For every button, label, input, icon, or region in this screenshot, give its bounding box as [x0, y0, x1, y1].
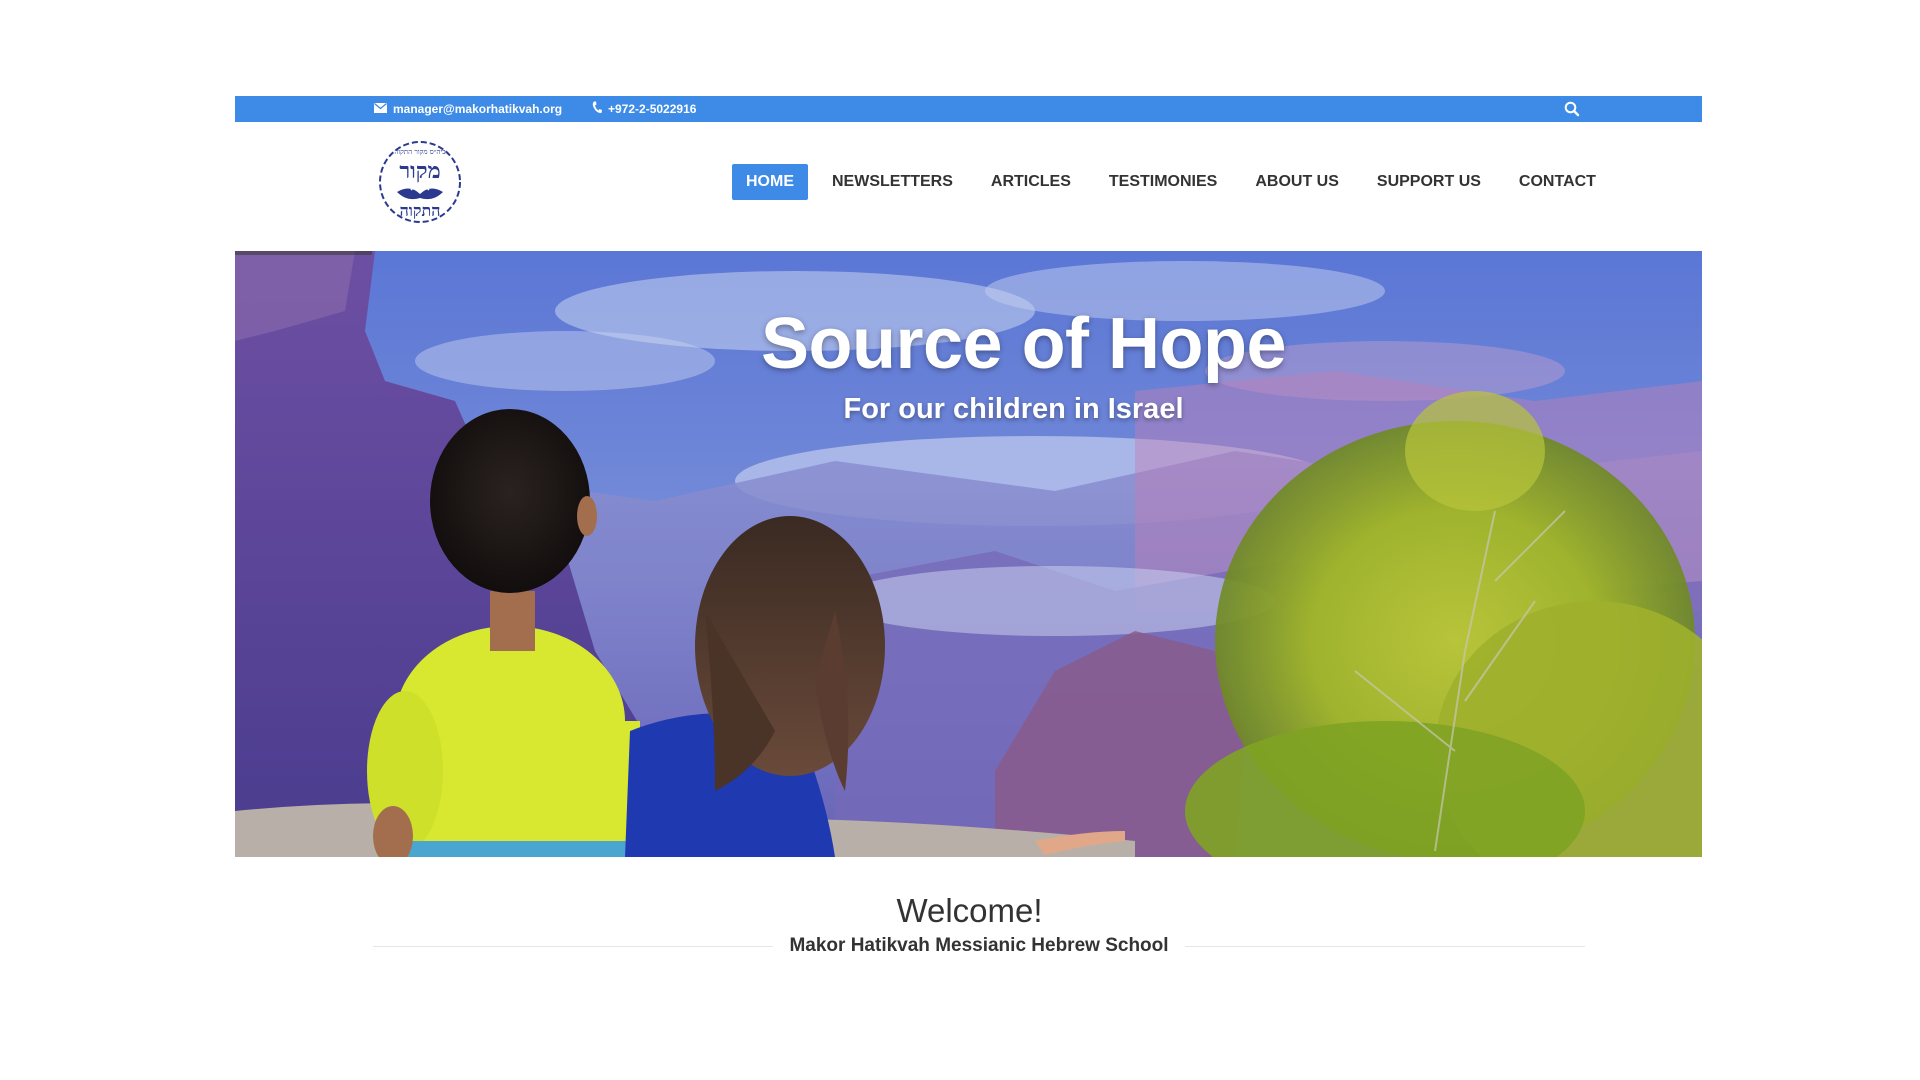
- email-text[interactable]: manager@makorhatikvah.org: [393, 102, 562, 116]
- site-header: ביה״ס מקור התקוה מקור התקוה HOME NEWSLET…: [235, 122, 1702, 247]
- site-logo[interactable]: ביה״ס מקור התקוה מקור התקוה: [375, 132, 465, 232]
- hero-subtitle: For our children in Israel: [843, 393, 1184, 425]
- nav-newsletters[interactable]: NEWSLETTERS: [818, 164, 967, 200]
- svg-text:מקור: מקור: [399, 158, 440, 184]
- nav-support-us[interactable]: SUPPORT US: [1363, 164, 1495, 200]
- main-nav: HOME NEWSLETTERS ARTICLES TESTIMONIES AB…: [732, 164, 1620, 200]
- divider-right: [1184, 945, 1586, 947]
- svg-text:התקוה: התקוה: [400, 201, 441, 220]
- divider-left: [373, 945, 774, 947]
- welcome-subtitle-row: Makor Hatikvah Messianic Hebrew School: [373, 934, 1586, 958]
- phone-text[interactable]: +972-2-5022916: [608, 102, 696, 116]
- welcome-title: Welcome!: [896, 892, 1043, 929]
- nav-testimonies[interactable]: TESTIMONIES: [1095, 164, 1231, 200]
- search-icon[interactable]: [1563, 100, 1581, 118]
- email-contact[interactable]: manager@makorhatikvah.org: [374, 96, 562, 122]
- envelope-icon: [374, 102, 387, 116]
- nav-articles[interactable]: ARTICLES: [977, 164, 1085, 200]
- nav-home[interactable]: HOME: [732, 164, 808, 200]
- nav-about-us[interactable]: ABOUT US: [1241, 164, 1353, 200]
- hero-title: Source of Hope: [760, 304, 1287, 384]
- phone-icon: [592, 101, 602, 117]
- welcome-subtitle: Makor Hatikvah Messianic Hebrew School: [789, 935, 1169, 956]
- page: manager@makorhatikvah.org +972-2-5022916…: [235, 96, 1702, 1080]
- slide-progress-bar: [235, 251, 372, 255]
- phone-contact[interactable]: +972-2-5022916: [592, 96, 696, 122]
- top-bar: manager@makorhatikvah.org +972-2-5022916: [235, 96, 1702, 122]
- svg-text:ביה״ס מקור התקוה: ביה״ס מקור התקוה: [394, 148, 446, 156]
- nav-contact[interactable]: CONTACT: [1505, 164, 1610, 200]
- hero-slider[interactable]: Source of Hope For our children in Israe…: [235, 251, 1702, 857]
